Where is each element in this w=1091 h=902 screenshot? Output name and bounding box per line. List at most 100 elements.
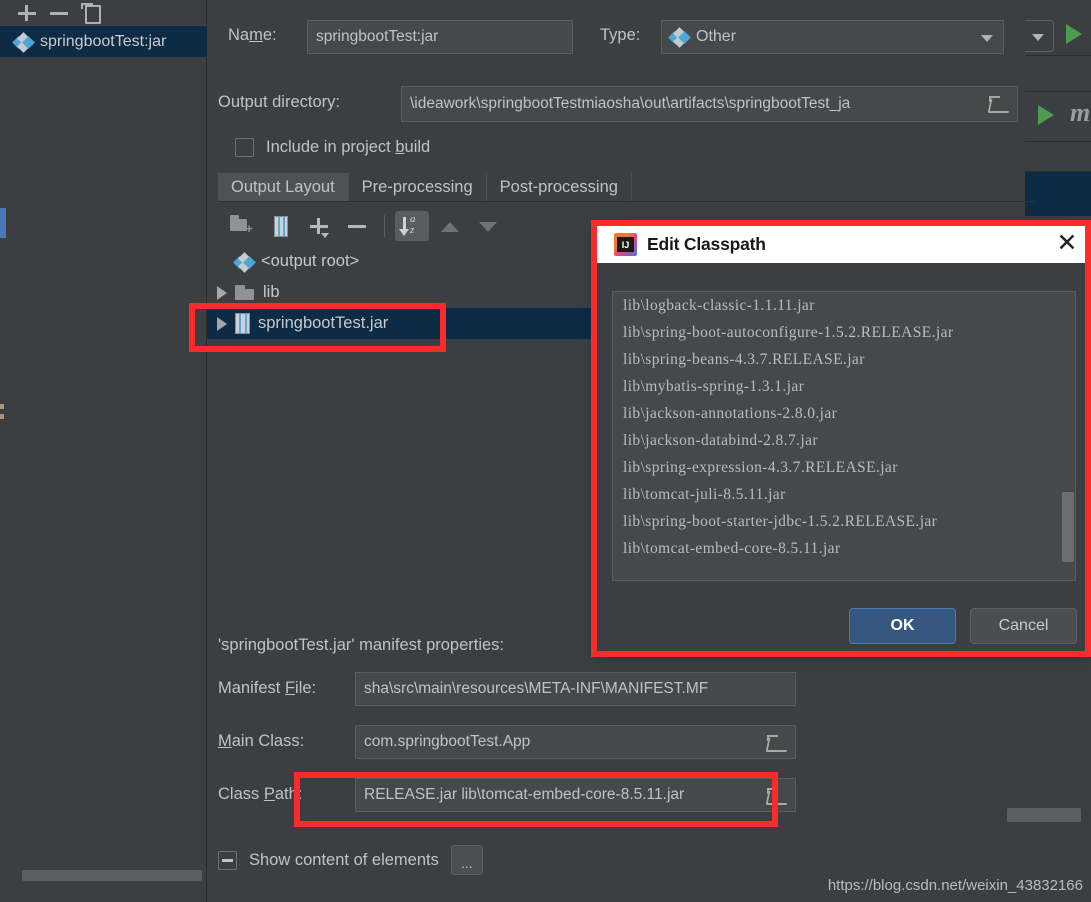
manifest-file-value: sha\src\main\resources\META-INF\MANIFEST… [364, 680, 709, 697]
name-input[interactable]: springbootTest:jar [307, 20, 573, 54]
edit-classpath-browse-icon[interactable] [767, 788, 787, 804]
classpath-scrollbar[interactable] [1061, 292, 1075, 580]
folder-add-icon[interactable]: + [226, 211, 260, 241]
include-in-build-checkbox[interactable] [235, 138, 254, 157]
ide-run-label: m [1070, 98, 1091, 127]
main-class-label: Main Class: [218, 732, 305, 750]
toolbar-separator [384, 215, 385, 237]
show-content-label: Show content of elements [249, 850, 439, 869]
dialog-title: Edit Classpath [647, 234, 766, 254]
tree-row-label: <output root> [261, 252, 360, 270]
jar-icon[interactable] [264, 211, 298, 241]
edge-tick [0, 404, 4, 409]
sidebar-item-label: springbootTest:jar [40, 32, 167, 50]
classpath-line: lib\jackson-annotations-2.8.0.jar [623, 405, 838, 422]
sort-az-icon[interactable]: az [395, 211, 429, 241]
copy-icon[interactable] [78, 2, 104, 24]
artifact-diamond-icon [12, 31, 35, 53]
name-type-row: Name: springbootTest:jar Type: Other [218, 20, 1018, 54]
chevron-down-icon [1032, 34, 1044, 41]
sidebar-item-springbootTest-jar[interactable]: springbootTest:jar [0, 26, 207, 57]
browse-folder-icon[interactable] [767, 735, 787, 751]
classpath-line: lib\spring-expression-4.3.7.RELEASE.jar [623, 459, 898, 476]
plus-dropdown-icon[interactable] [302, 211, 336, 241]
main-class-value: com.springbootTest.App [364, 733, 531, 750]
tabs-filler [632, 173, 1036, 201]
class-path-row: Class Path: RELEASE.jar lib\tomcat-embed… [218, 778, 1018, 812]
jar-icon [235, 313, 250, 334]
classpath-line: lib\logback-classic-1.1.11.jar [623, 297, 815, 314]
edge-tick [0, 414, 4, 419]
run-icon[interactable] [1038, 105, 1054, 125]
manifest-file-row: Manifest File: sha\src\main\resources\ME… [218, 672, 1018, 706]
artifact-diamond-icon [668, 27, 691, 48]
manifest-file-input[interactable]: sha\src\main\resources\META-INF\MANIFEST… [355, 672, 796, 706]
manifest-properties-title: 'springbootTest.jar' manifest properties… [218, 636, 505, 654]
class-path-input[interactable]: RELEASE.jar lib\tomcat-embed-core-8.5.11… [355, 778, 796, 812]
show-content-checkbox[interactable] [218, 850, 237, 870]
type-label: Type: [600, 26, 641, 44]
output-directory-input[interactable]: \ideawork\springbootTestmiaosha\out\arti… [401, 86, 1018, 122]
arrow-up-icon[interactable] [433, 211, 467, 241]
chevron-down-icon [981, 35, 993, 42]
tab-output-layout[interactable]: Output Layout [218, 173, 349, 201]
browse-folder-icon[interactable] [989, 96, 1009, 112]
classpath-lines: lib\logback-classic-1.1.11.jar lib\spring… [613, 292, 1075, 562]
include-in-build-label: Include in project build [266, 138, 431, 156]
classpath-line: lib\mybatis-spring-1.3.1.jar [623, 378, 805, 395]
tab-post-processing[interactable]: Post-processing [487, 173, 632, 201]
screenshot-root: m springbootTest:jar Name: springbootTes… [0, 0, 1091, 902]
type-select-value: Other [696, 28, 737, 45]
ide-run-config-combo[interactable] [1022, 20, 1054, 52]
name-label: Name: [228, 26, 277, 44]
classpath-scrollbar-thumb[interactable] [1062, 492, 1074, 562]
watermark: https://blog.csdn.net/weixin_43832166 [827, 877, 1083, 894]
minus-icon[interactable] [340, 211, 374, 241]
close-icon[interactable]: ✕ [1053, 230, 1081, 258]
classpath-textarea[interactable]: lib\logback-classic-1.1.11.jar lib\spring… [612, 291, 1076, 581]
classpath-line: lib\spring-boot-starter-jdbc-1.5.2.RELEA… [623, 513, 938, 530]
class-path-label: Class Path: [218, 785, 303, 803]
edit-classpath-dialog: Edit Classpath ✕ lib\logback-classic-1.1… [597, 226, 1091, 651]
dialog-body: lib\logback-classic-1.1.11.jar lib\spring… [597, 263, 1091, 651]
dialog-title-bar: Edit Classpath [597, 226, 1091, 263]
folder-icon [235, 284, 255, 301]
output-directory-label: Output directory: [218, 93, 340, 111]
main-class-input[interactable]: com.springbootTest.App [355, 725, 796, 759]
dialog-buttons: OK Cancel [597, 603, 1091, 649]
class-path-value: RELEASE.jar lib\tomcat-embed-core-8.5.11… [364, 786, 685, 803]
artifacts-toolbar [0, 0, 207, 26]
run-icon[interactable] [1066, 24, 1082, 44]
tree-row-label: lib [263, 283, 280, 301]
classpath-line: lib\tomcat-juli-8.5.11.jar [623, 486, 786, 503]
artifact-tabs: Output Layout Pre-processing Post-proces… [218, 173, 1036, 202]
manifest-file-label: Manifest File: [218, 679, 317, 697]
type-select[interactable]: Other [661, 20, 1004, 54]
scrollbar-thumb[interactable] [1007, 808, 1081, 822]
classpath-line: lib\jackson-databind-2.8.7.jar [623, 432, 818, 449]
cancel-button[interactable]: Cancel [970, 608, 1077, 644]
minus-icon[interactable] [46, 2, 72, 24]
chevron-right-icon[interactable] [217, 316, 227, 331]
panel-resize-marker[interactable] [0, 208, 6, 238]
output-directory-row: Output directory: \ideawork\springbootTe… [218, 86, 1018, 122]
chevron-right-icon[interactable] [217, 285, 227, 300]
name-input-value: springbootTest:jar [316, 28, 439, 45]
show-content-more-button[interactable]: ... [450, 845, 483, 875]
output-directory-value: \ideawork\springbootTestmiaosha\out\arti… [410, 95, 851, 112]
classpath-line: lib\spring-beans-4.3.7.RELEASE.jar [623, 351, 865, 368]
ok-button[interactable]: OK [849, 608, 956, 644]
show-content-of-elements-row[interactable]: Show content of elements ... [218, 845, 483, 875]
tree-row-label: springbootTest.jar [258, 314, 389, 332]
classpath-line: lib\tomcat-embed-core-8.5.11.jar [623, 540, 841, 557]
ide-row [1025, 142, 1091, 172]
ide-row [1025, 56, 1091, 92]
intellij-idea-icon [614, 233, 637, 256]
artifacts-list-panel: springbootTest:jar [0, 0, 207, 902]
plus-icon[interactable] [14, 2, 40, 24]
arrow-down-icon[interactable] [471, 211, 505, 241]
main-class-row: Main Class: com.springbootTest.App [218, 725, 1018, 759]
horizontal-scrollbar[interactable] [22, 870, 202, 881]
tab-pre-processing[interactable]: Pre-processing [349, 173, 487, 201]
artifact-diamond-icon [233, 251, 256, 273]
